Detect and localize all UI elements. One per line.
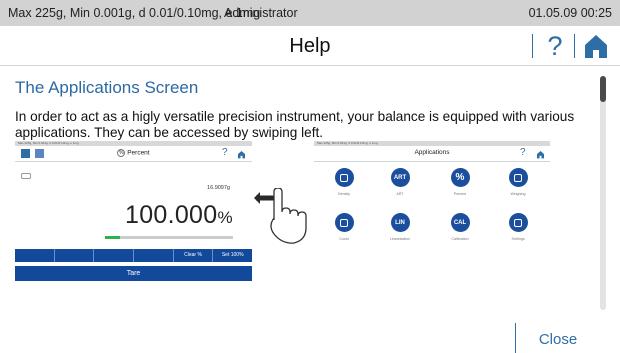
mini-small-weight: 16.9097g [207, 185, 230, 191]
footer-separator [515, 323, 516, 353]
mini-softkey: Clear % [174, 249, 214, 262]
swipe-left-hand-icon [254, 188, 307, 244]
mini-app-label: Linearization [389, 237, 411, 241]
figure-applications-screen: Max 225g, Min 0.001g, d 0.01/0.10mg, e 1… [314, 141, 550, 265]
lin-icon: LIN [390, 213, 410, 232]
mini-app-label: Weighing [510, 192, 526, 196]
mini-softkey [15, 249, 55, 262]
mini-app-calibration: CAL Calibration [440, 213, 480, 253]
mini-softkey-row: Clear % Set 100% [15, 249, 252, 262]
question-icon: ? [222, 147, 228, 158]
percent-mini-icon: % [117, 149, 126, 157]
weight-value: 100.000 [125, 201, 218, 229]
mini-title: Applications [414, 149, 450, 156]
mini-title-text: Percent [127, 149, 150, 157]
weight-unit: % [217, 208, 233, 227]
mini-softkey [94, 249, 135, 262]
mini-tare-button: Tare [15, 266, 252, 281]
header-separator [532, 34, 533, 58]
settings-icon [508, 213, 528, 232]
mini-app-art: ART ART [380, 168, 420, 208]
home-icon [585, 35, 607, 58]
mini-softkey [55, 249, 95, 262]
cal-icon: CAL [450, 213, 470, 232]
home-icon [237, 150, 246, 159]
mini-softkey: Set 100% [221, 252, 244, 258]
mini-app-label: Percent [453, 192, 467, 196]
mini-progress-fill [105, 236, 121, 239]
scale-icon [508, 168, 528, 187]
mini-app-settings: Settings [498, 213, 538, 253]
mini-app-linearization: LIN Linearization [380, 213, 420, 253]
mini-progress-bar [105, 236, 233, 239]
art-icon: ART [390, 168, 410, 187]
mini-softkey [134, 249, 174, 262]
mini-app-density: Density [324, 168, 364, 208]
home-icon [536, 150, 545, 159]
mini-title: % Percent [15, 149, 252, 157]
density-icon [334, 168, 354, 187]
figure-percent-screen: Max 225g, Min 0.001g, d 0.01/0.10mg, e 1… [15, 141, 252, 283]
mini-title-bar: % Percent ? [15, 146, 252, 162]
scrollbar-thumb[interactable] [600, 76, 606, 102]
mini-app-label: Density [338, 192, 350, 196]
question-icon: ? [520, 147, 526, 158]
scrollbar-track[interactable] [600, 76, 606, 310]
mini-weight-readout: 100.000% [125, 201, 233, 230]
user-name: Administrator [224, 6, 298, 20]
mini-app-label: ART [396, 192, 404, 196]
page-title: Help [289, 35, 331, 57]
help-paragraph: In order to act as a higly versatile pre… [15, 109, 575, 140]
mini-app-count: Count [324, 213, 364, 253]
question-icon: ? [547, 31, 563, 61]
mini-app-label: Settings [511, 237, 525, 241]
mini-app-weighing: Weighing [498, 168, 538, 208]
mini-title-bar: Applications ? [314, 146, 550, 162]
home-button[interactable] [582, 32, 610, 60]
section-heading: The Applications Screen [15, 78, 199, 97]
help-button[interactable]: ? [542, 29, 568, 63]
count-icon [334, 213, 354, 232]
percent-icon: % [450, 168, 470, 187]
header-separator [574, 34, 575, 58]
status-bar: Max 225g, Min 0.001g, d 0.01/0.10mg, e 1… [0, 0, 620, 26]
keyboard-icon [21, 173, 31, 179]
close-button[interactable]: Close [528, 329, 588, 351]
datetime: 01.05.09 00:25 [528, 6, 612, 20]
title-bar: Help ? [0, 26, 620, 66]
mini-app-percent: % Percent [440, 168, 480, 208]
mini-app-label: Calibration [451, 237, 469, 241]
balance-info: Max 225g, Min 0.001g, d 0.01/0.10mg, e 1… [8, 6, 261, 20]
mini-app-label: Count [339, 237, 349, 241]
